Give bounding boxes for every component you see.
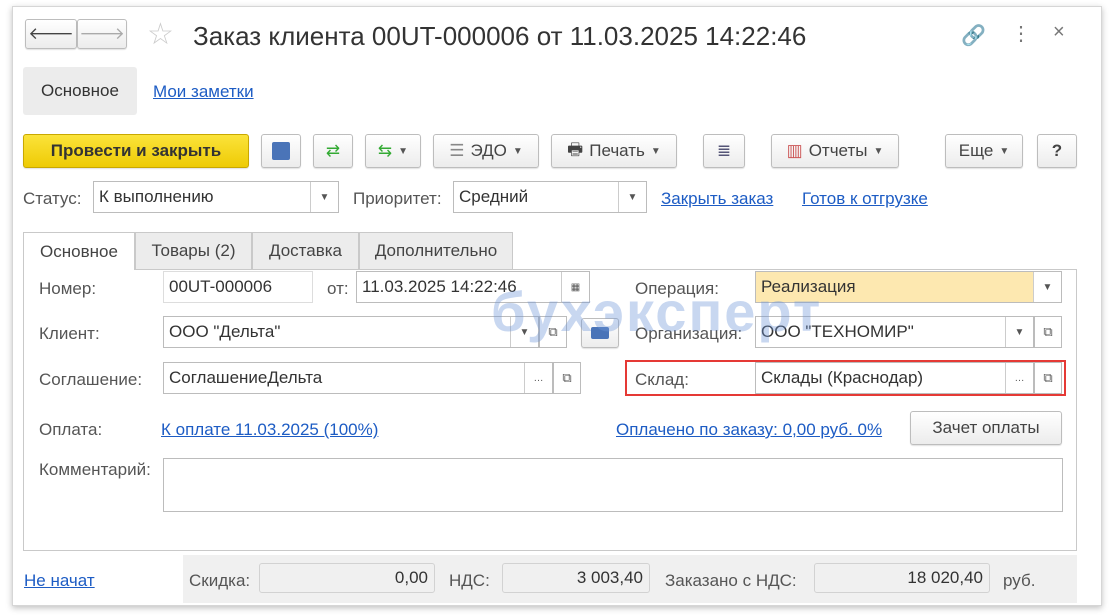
open-agreement-icon[interactable]: ⧉ — [553, 362, 581, 394]
agreement-field[interactable]: СоглашениеДельта … — [163, 362, 553, 394]
print-label: Печать — [589, 141, 645, 160]
create-based-icon: ⇆ — [377, 141, 393, 160]
comment-label: Комментарий: — [39, 460, 151, 479]
vat-value: 3 003,40 — [502, 563, 650, 593]
section-main[interactable]: Основное — [23, 67, 137, 115]
organization-field[interactable]: ООО "ТЕХНОМИР" ▼ — [755, 316, 1034, 348]
priority-value: Средний — [459, 187, 529, 206]
chevron-down-icon: ▼ — [650, 145, 661, 157]
client-value: ООО "Дельта" — [169, 322, 281, 341]
star-icon[interactable]: ☆ — [147, 17, 174, 52]
chevron-down-icon: ▼ — [512, 145, 523, 157]
date-label: от: — [327, 279, 349, 298]
arrow-right-icon: 🡒 — [79, 24, 125, 43]
tab-delivery[interactable]: Доставка — [252, 232, 359, 269]
link-icon[interactable]: 🔗 — [961, 23, 986, 48]
open-client-icon[interactable]: ⧉ — [539, 316, 567, 348]
payment-label: Оплата: — [39, 420, 103, 439]
agreement-label: Соглашение: — [39, 370, 143, 389]
tab-main[interactable]: Основное — [23, 232, 135, 270]
help-button[interactable]: ? — [1037, 134, 1077, 168]
priority-select[interactable]: Средний ▼ — [453, 181, 647, 213]
edo-icon: ☰ — [449, 141, 465, 160]
post-document-icon: ⇄ — [325, 141, 341, 160]
reports-button[interactable]: ▥ Отчеты ▼ — [771, 134, 899, 168]
save-button[interactable] — [261, 134, 301, 168]
number-field[interactable]: 00UT-000006 — [163, 271, 313, 303]
create-based-on-button[interactable]: ⇆ ▼ — [365, 134, 421, 168]
payment-offset-button[interactable]: Зачет оплаты — [910, 411, 1062, 445]
organization-value: ООО "ТЕХНОМИР" — [761, 322, 914, 341]
open-organization-icon[interactable]: ⧉ — [1034, 316, 1062, 348]
discount-value: 0,00 — [259, 563, 435, 593]
status-label: Статус: — [23, 189, 82, 208]
operation-value: Реализация — [761, 277, 856, 296]
forward-button[interactable]: 🡒 — [77, 19, 127, 49]
total-label: Заказано с НДС: — [665, 571, 797, 590]
chevron-down-icon: ▼ — [398, 145, 409, 157]
more-button[interactable]: Еще ▼ — [945, 134, 1023, 168]
open-warehouse-icon[interactable]: ⧉ — [1034, 362, 1062, 394]
more-vert-icon[interactable]: ⋮ — [1011, 21, 1031, 46]
card-icon — [591, 327, 609, 339]
report-icon: ▥ — [786, 141, 803, 160]
operation-select[interactable]: Реализация ▼ — [755, 271, 1062, 303]
vat-label: НДС: — [449, 571, 490, 590]
total-value: 18 020,40 — [814, 563, 990, 593]
agreement-value: СоглашениеДельта — [169, 368, 323, 387]
back-button[interactable]: 🡐 — [25, 19, 77, 49]
warehouse-field[interactable]: Склады (Краснодар) … — [755, 362, 1034, 394]
post-and-close-button[interactable]: Провести и закрыть — [23, 134, 249, 168]
operation-label: Операция: — [635, 279, 719, 298]
edo-button[interactable]: ☰ ЭДО ▼ — [433, 134, 539, 168]
chevron-down-icon: ▼ — [999, 145, 1010, 157]
chevron-down-icon: ▼ — [873, 145, 884, 157]
payment-schedule-link[interactable]: К оплате 11.03.2025 (100%) — [161, 420, 378, 440]
post-button[interactable]: ⇄ — [313, 134, 353, 168]
chevron-down-icon[interactable]: ▼ — [510, 317, 538, 347]
state-link[interactable]: Не начат — [24, 571, 95, 591]
paid-link[interactable]: Оплачено по заказу: 0,00 руб. 0% — [616, 420, 882, 440]
arrow-left-icon: 🡐 — [28, 24, 74, 43]
select-ellipsis-icon[interactable]: … — [1005, 363, 1033, 393]
discount-label: Скидка: — [189, 571, 251, 590]
warehouse-label: Склад: — [635, 370, 689, 389]
client-card-button[interactable] — [581, 318, 619, 348]
print-button[interactable]: 🖶 Печать ▼ — [551, 134, 677, 168]
select-ellipsis-icon[interactable]: … — [524, 363, 552, 393]
currency-label: руб. — [1003, 571, 1036, 590]
status-value: К выполнению — [99, 187, 214, 206]
date-field[interactable]: 11.03.2025 14:22:46 ▦ — [356, 271, 590, 303]
section-notes[interactable]: Мои заметки — [153, 82, 254, 102]
status-select[interactable]: К выполнению ▼ — [93, 181, 339, 213]
warehouse-value: Склады (Краснодар) — [761, 368, 924, 387]
comment-field[interactable] — [163, 458, 1063, 512]
date-value: 11.03.2025 14:22:46 — [362, 277, 517, 296]
floppy-icon — [272, 142, 290, 160]
client-field[interactable]: ООО "Дельта" ▼ — [163, 316, 539, 348]
number-label: Номер: — [39, 279, 97, 298]
tab-goods[interactable]: Товары (2) — [135, 232, 252, 269]
list-icon: ≣ — [716, 141, 732, 160]
client-label: Клиент: — [39, 324, 100, 343]
ready-to-ship-link[interactable]: Готов к отгрузке — [802, 189, 928, 209]
edo-label: ЭДО — [470, 141, 507, 160]
tab-additional[interactable]: Дополнительно — [359, 232, 513, 269]
reports-label: Отчеты — [808, 141, 868, 160]
close-order-link[interactable]: Закрыть заказ — [661, 189, 773, 209]
window-title: Заказ клиента 00UT-000006 от 11.03.2025 … — [193, 21, 807, 51]
structure-button[interactable]: ≣ — [703, 134, 745, 168]
chevron-down-icon[interactable]: ▼ — [310, 182, 338, 212]
organization-label: Организация: — [635, 324, 743, 343]
calendar-icon[interactable]: ▦ — [561, 272, 589, 302]
chevron-down-icon[interactable]: ▼ — [1033, 272, 1061, 302]
chevron-down-icon[interactable]: ▼ — [618, 182, 646, 212]
printer-icon: 🖶 — [567, 139, 584, 159]
order-window: 🡐 🡒 ☆ Заказ клиента 00UT-000006 от 11.03… — [12, 6, 1102, 606]
more-label: Еще — [958, 141, 994, 160]
chevron-down-icon[interactable]: ▼ — [1005, 317, 1033, 347]
close-icon[interactable]: × — [1053, 21, 1065, 44]
priority-label: Приоритет: — [353, 189, 442, 208]
